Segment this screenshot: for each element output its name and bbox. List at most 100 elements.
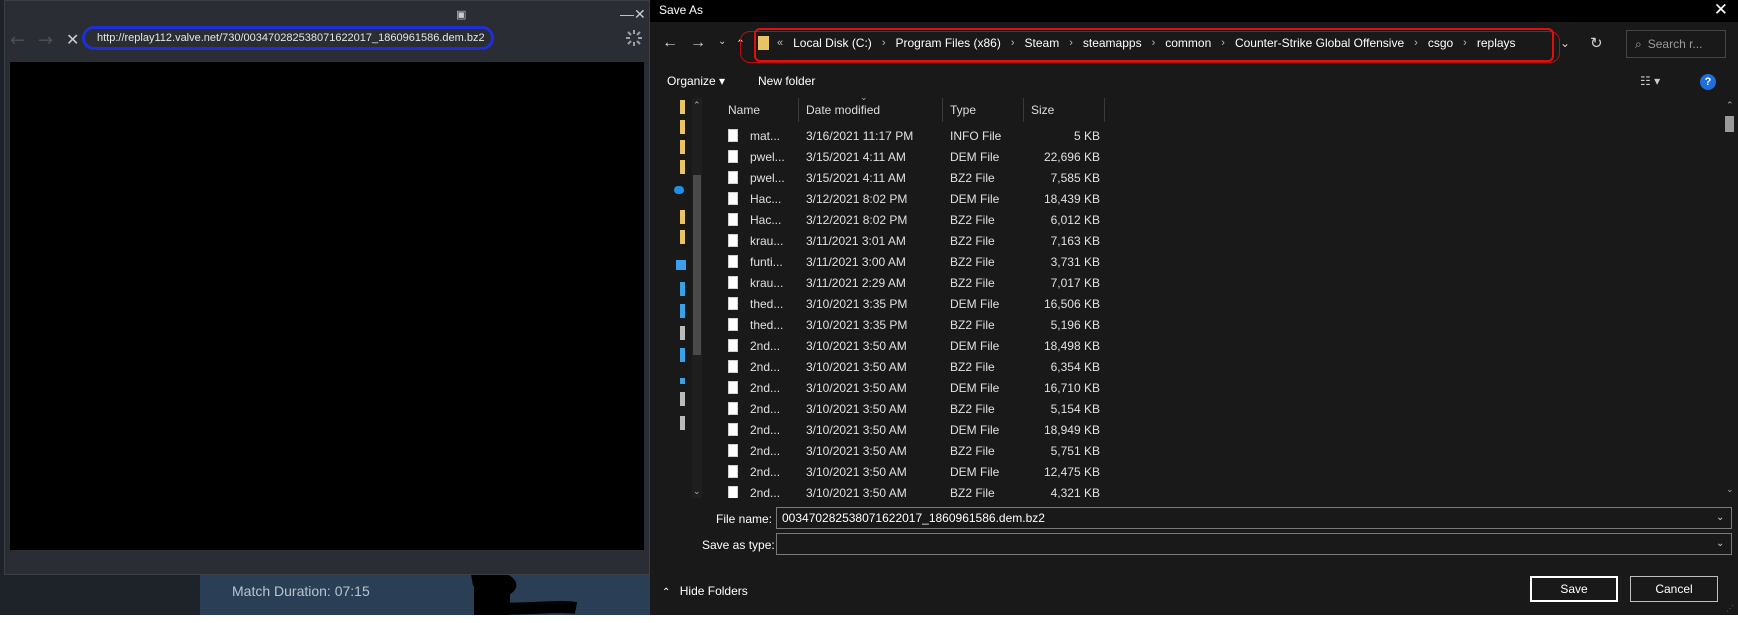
search-icon: ⌕: [1635, 36, 1642, 51]
file-row[interactable]: 2nd... 3/10/2021 3:50 AM BZ2 File 6,354 KB: [720, 357, 1720, 378]
file-row[interactable]: 2nd... 3/10/2021 3:50 AM DEM File 16,710 KB: [720, 378, 1720, 399]
column-divider[interactable]: [1104, 98, 1105, 122]
file-row[interactable]: Hac... 3/12/2021 8:02 PM BZ2 File 6,012 KB: [720, 210, 1720, 231]
minimize-icon[interactable]: —: [620, 6, 634, 22]
chevron-right-icon[interactable]: ›: [1152, 37, 1156, 49]
nav-folder-icon[interactable]: [680, 210, 685, 224]
folder-icon: [758, 36, 769, 50]
nav-music-icon[interactable]: [680, 378, 685, 384]
back-icon[interactable]: ←: [10, 30, 25, 51]
file-date: 3/10/2021 3:50 AM: [806, 444, 907, 458]
column-header-name[interactable]: Name: [728, 103, 760, 117]
address-dropdown-icon[interactable]: ⌄: [1560, 36, 1570, 50]
nav-drive-icon[interactable]: [680, 416, 685, 430]
file-row[interactable]: 2nd... 3/10/2021 3:50 AM DEM File 18,498 KB: [720, 336, 1720, 357]
column-divider[interactable]: [1023, 98, 1024, 122]
nav-folder-icon[interactable]: [680, 160, 685, 174]
column-header-date[interactable]: Date modified: [806, 103, 880, 117]
help-icon[interactable]: ?: [1700, 74, 1716, 90]
navigation-scrollbar-thumb[interactable]: [693, 175, 701, 355]
save-as-type-select[interactable]: [776, 533, 1732, 555]
url-bar[interactable]: http://replay112.valve.net/730/003470282…: [82, 26, 494, 50]
file-name: pwel...: [750, 150, 785, 164]
close-icon[interactable]: ✕: [634, 6, 646, 23]
file-row[interactable]: thed... 3/10/2021 3:35 PM BZ2 File 5,196 KB: [720, 315, 1720, 336]
nav-download-icon[interactable]: [680, 348, 685, 362]
refresh-icon[interactable]: ↻: [1590, 34, 1603, 52]
column-header-type[interactable]: Type: [950, 103, 976, 117]
breadcrumb-overflow-icon[interactable]: «: [777, 37, 783, 49]
nav-drive-icon[interactable]: [680, 326, 685, 340]
nav-folder-icon[interactable]: [680, 140, 685, 154]
file-row[interactable]: 2nd... 3/10/2021 3:50 AM DEM File 12,475 KB: [720, 462, 1720, 483]
file-name: krau...: [750, 234, 784, 248]
file-list-scrollbar[interactable]: [1722, 98, 1736, 498]
forward-icon[interactable]: →: [690, 34, 706, 52]
view-options-icon[interactable]: ☷ ▾: [1640, 74, 1660, 88]
file-row[interactable]: krau... 3/11/2021 3:01 AM BZ2 File 7,163 KB: [720, 231, 1720, 252]
chevron-right-icon[interactable]: ›: [1221, 37, 1225, 49]
dialog-close-icon[interactable]: ✕: [1714, 0, 1728, 20]
file-icon: [728, 234, 738, 247]
breadcrumb-item[interactable]: Counter-Strike Global Offensive: [1235, 36, 1404, 50]
scroll-down-icon[interactable]: ⌄: [1726, 484, 1734, 495]
this-pc-icon[interactable]: [676, 260, 686, 270]
file-row[interactable]: 2nd... 3/10/2021 3:50 AM DEM File 18,949 KB: [720, 420, 1720, 441]
nav-drive-icon[interactable]: [680, 304, 685, 318]
file-row[interactable]: Hac... 3/12/2021 8:02 PM DEM File 18,439 KB: [720, 189, 1720, 210]
file-type: BZ2 File: [950, 444, 995, 458]
file-row[interactable]: 2nd... 3/10/2021 3:50 AM BZ2 File 5,751 KB: [720, 441, 1720, 462]
save-button[interactable]: Save: [1530, 576, 1618, 602]
breadcrumb-item[interactable]: Local Disk (C:): [793, 36, 872, 50]
file-list-scrollbar-thumb[interactable]: [1725, 116, 1734, 132]
new-folder-button[interactable]: New folder: [758, 74, 815, 88]
file-row[interactable]: thed... 3/10/2021 3:35 PM DEM File 16,506 K…: [720, 294, 1720, 315]
breadcrumb-item[interactable]: common: [1165, 36, 1211, 50]
file-icon: [728, 381, 738, 394]
file-row[interactable]: 2nd... 3/10/2021 3:50 AM BZ2 File 5,154 KB: [720, 399, 1720, 420]
scroll-up-icon[interactable]: ⌃: [693, 100, 701, 111]
file-row[interactable]: pwel... 3/15/2021 4:11 AM DEM File 22,696 K…: [720, 147, 1720, 168]
organize-button[interactable]: Organize ▾: [667, 74, 725, 88]
onedrive-icon[interactable]: [674, 186, 684, 194]
file-row[interactable]: krau... 3/11/2021 2:29 AM BZ2 File 7,017 KB: [720, 273, 1720, 294]
chevron-right-icon[interactable]: ›: [1463, 37, 1467, 49]
file-row[interactable]: mat... 3/16/2021 11:17 PM INFO File 5 KB: [720, 126, 1720, 147]
stop-icon[interactable]: ✕: [66, 30, 79, 49]
file-row[interactable]: pwel... 3/15/2021 4:11 AM BZ2 File 7,585 KB: [720, 168, 1720, 189]
chevron-right-icon[interactable]: ›: [1414, 37, 1418, 49]
file-name: Hac...: [750, 192, 782, 206]
nav-drive-icon[interactable]: [680, 282, 685, 296]
nav-folder-icon[interactable]: [680, 100, 685, 114]
recent-locations-icon[interactable]: ⌄: [718, 36, 726, 47]
chevron-right-icon[interactable]: ›: [1011, 37, 1015, 49]
breadcrumb-item[interactable]: csgo: [1428, 36, 1453, 50]
nav-folder-icon[interactable]: [680, 120, 685, 134]
hide-folders-button[interactable]: ⌃ Hide Folders: [662, 584, 748, 598]
chevron-right-icon[interactable]: ›: [1069, 37, 1073, 49]
file-type: DEM File: [950, 381, 1000, 395]
file-date: 3/10/2021 3:50 AM: [806, 465, 907, 479]
breadcrumb-item[interactable]: steamapps: [1083, 36, 1142, 50]
scroll-up-icon[interactable]: ⌃: [1726, 100, 1734, 111]
search-input[interactable]: ⌕ Search r...: [1626, 30, 1726, 58]
back-icon[interactable]: ←: [662, 34, 678, 52]
file-name: 2nd...: [750, 465, 781, 479]
forward-icon[interactable]: →: [38, 30, 53, 51]
breadcrumb-item[interactable]: Program Files (x86): [895, 36, 1000, 50]
breadcrumb-item[interactable]: replays: [1477, 36, 1516, 50]
file-row[interactable]: 2nd... 3/10/2021 3:50 AM BZ2 File 4,321 KB: [720, 483, 1720, 498]
save-as-type-dropdown-icon[interactable]: ⌄: [1716, 538, 1724, 549]
file-name-dropdown-icon[interactable]: ⌄: [1716, 512, 1724, 523]
nav-folder-icon[interactable]: [680, 230, 685, 244]
breadcrumb-item[interactable]: Steam: [1025, 36, 1060, 50]
column-divider[interactable]: [942, 98, 943, 122]
scroll-down-icon[interactable]: ⌄: [693, 486, 701, 497]
file-row[interactable]: funti... 3/11/2021 3:00 AM BZ2 File 3,731 K…: [720, 252, 1720, 273]
resize-grip-icon[interactable]: ⋰: [1726, 604, 1734, 613]
chevron-right-icon[interactable]: ›: [882, 37, 886, 49]
column-divider[interactable]: [798, 98, 799, 122]
cancel-button[interactable]: Cancel: [1630, 576, 1718, 602]
column-header-size[interactable]: Size: [1031, 103, 1054, 117]
nav-drive-icon[interactable]: [680, 392, 685, 406]
